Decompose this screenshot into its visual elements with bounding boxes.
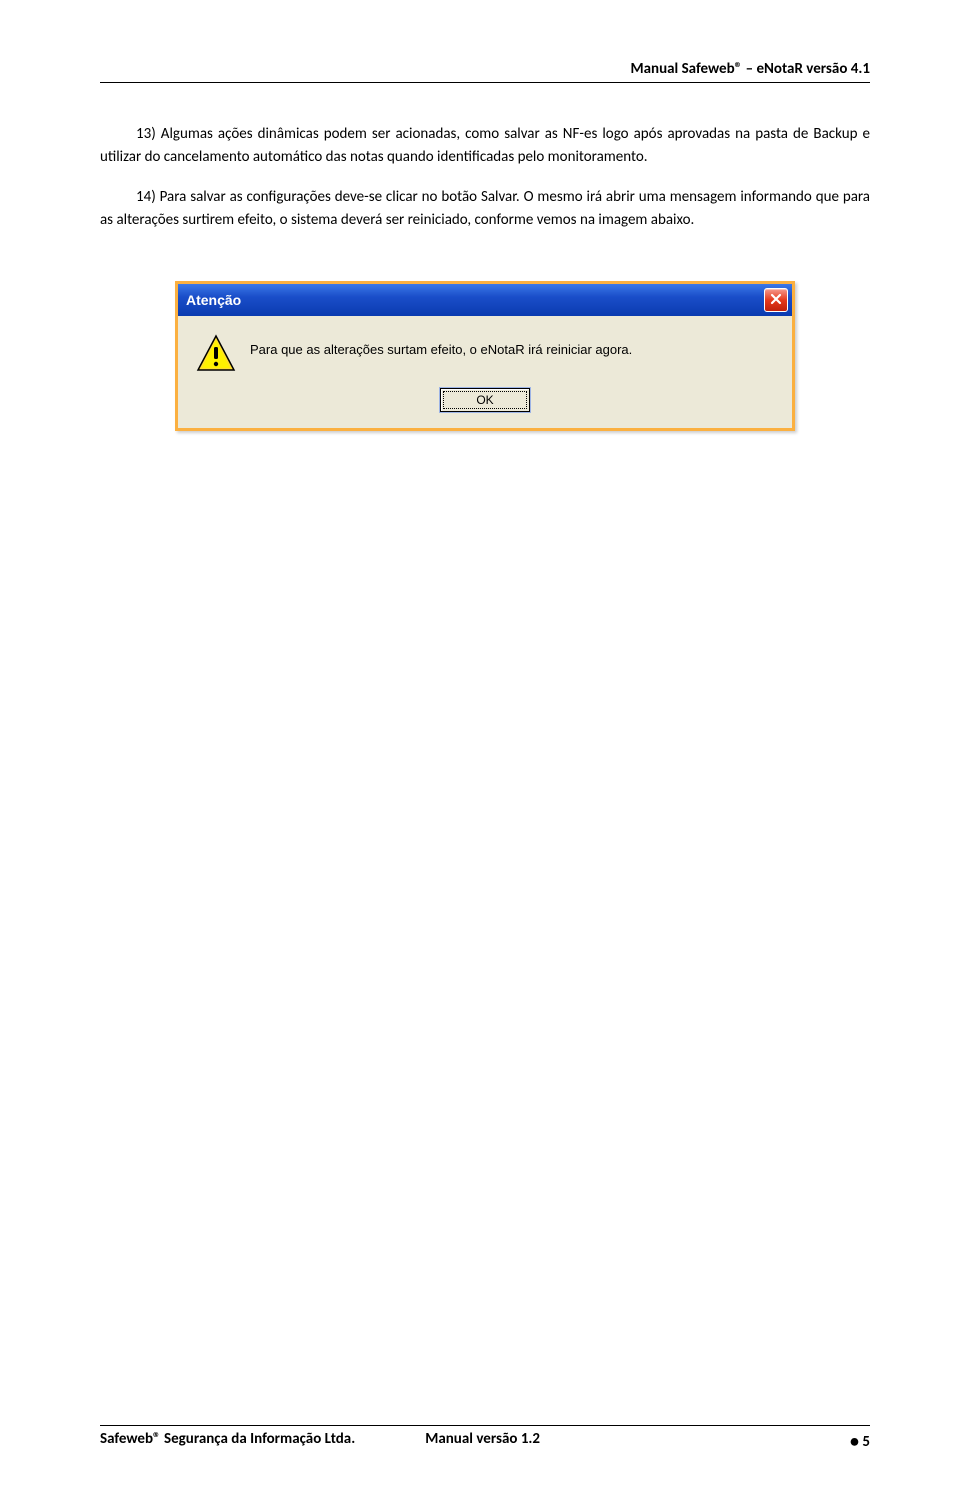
warning-icon xyxy=(196,334,236,374)
dialog-button-row: OK xyxy=(178,382,792,428)
dialog-message: Para que as alterações surtam efeito, o … xyxy=(250,334,632,357)
alert-dialog: Atenção Para que as alterações surtam ef… xyxy=(175,281,795,431)
bullet-icon: • xyxy=(850,1430,859,1452)
footer-company: Safeweb® Segurança da Informação Ltda. xyxy=(100,1430,355,1452)
paragraph-13: 13) Algumas ações dinâmicas podem ser ac… xyxy=(100,123,870,168)
dialog-title: Atenção xyxy=(186,292,241,308)
page-number: 5 xyxy=(859,1433,870,1451)
dialog-titlebar: Atenção xyxy=(178,284,792,316)
document-page: Manual Safeweb® – eNotaR versão 4.1 13) … xyxy=(0,0,960,431)
footer-version: Manual versão 1.2 xyxy=(355,1430,850,1452)
close-icon xyxy=(770,291,782,310)
header-title: Manual Safeweb® – eNotaR versão 4.1 xyxy=(631,60,871,78)
paragraph-14: 14) Para salvar as configurações deve-se… xyxy=(100,186,870,231)
page-header: Manual Safeweb® – eNotaR versão 4.1 xyxy=(100,60,870,83)
close-button[interactable] xyxy=(764,288,788,312)
page-footer: Safeweb® Segurança da Informação Ltda. M… xyxy=(100,1425,870,1452)
dialog-body: Para que as alterações surtam efeito, o … xyxy=(178,316,792,382)
ok-button[interactable]: OK xyxy=(440,388,530,412)
footer-page-number: • 5 xyxy=(850,1430,870,1452)
